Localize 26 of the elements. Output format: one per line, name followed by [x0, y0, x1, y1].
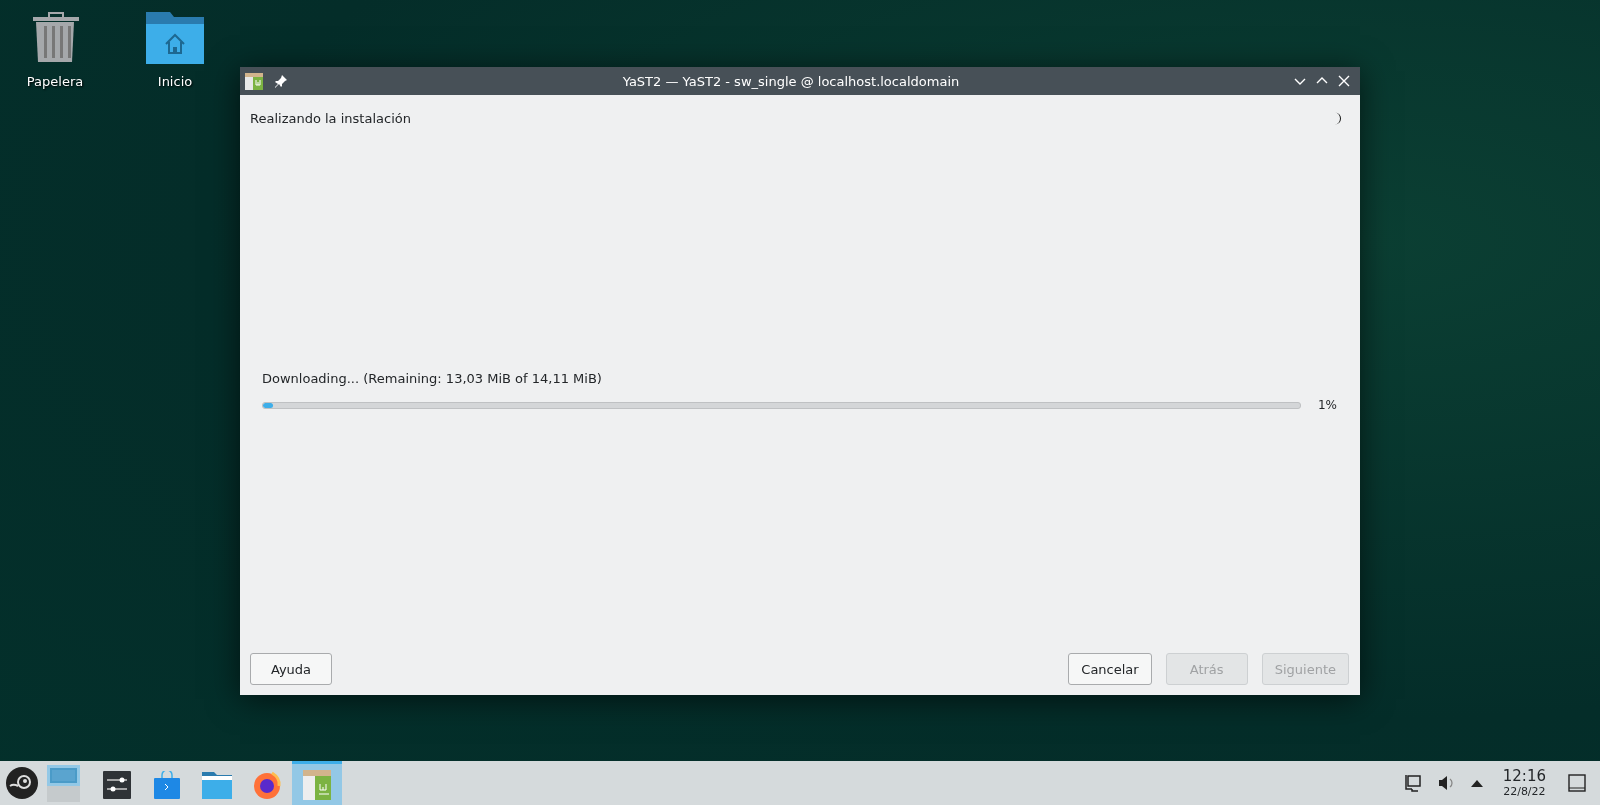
up-arrow-icon[interactable] — [1470, 779, 1483, 787]
desktop-icon-label[interactable]: Papelera — [26, 74, 84, 89]
progress-percent: 1% — [1316, 398, 1337, 412]
progress-label: Downloading... (Remaining: 13,03 MiB of 14,11 MiB) — [262, 371, 603, 386]
shopping-bag-icon — [154, 770, 180, 799]
clock[interactable]: 12:16 22/8/22 — [1502, 768, 1546, 798]
pin-icon[interactable] — [274, 74, 288, 88]
network-icon[interactable] — [1402, 774, 1421, 792]
home-folder-icon[interactable] — [146, 12, 204, 64]
trash-icon[interactable] — [31, 12, 79, 64]
help-button[interactable]: Ayuda — [250, 653, 332, 685]
package-icon[interactable] — [244, 71, 264, 91]
desktop-icon-label[interactable]: Inicio — [157, 74, 193, 89]
clock-time: 12:16 — [1502, 768, 1546, 785]
dialog-button[interactable]: Cancelar — [1068, 653, 1152, 685]
close-icon[interactable] — [1338, 75, 1350, 87]
window-title: YaST2 — YaST2 - sw_single @ localhost.localdomain — [621, 73, 961, 89]
package-icon — [303, 769, 331, 800]
chameleon-logo-icon[interactable] — [5, 766, 39, 800]
page-heading: Realizando la instalación — [250, 111, 411, 126]
folder-icon — [202, 770, 232, 799]
speaker-icon[interactable] — [1436, 774, 1455, 792]
show-desktop-icon[interactable] — [1568, 774, 1586, 792]
clock-date: 22/8/22 — [1503, 785, 1546, 798]
browser-icon — [252, 769, 282, 800]
sliders-icon — [103, 770, 131, 799]
